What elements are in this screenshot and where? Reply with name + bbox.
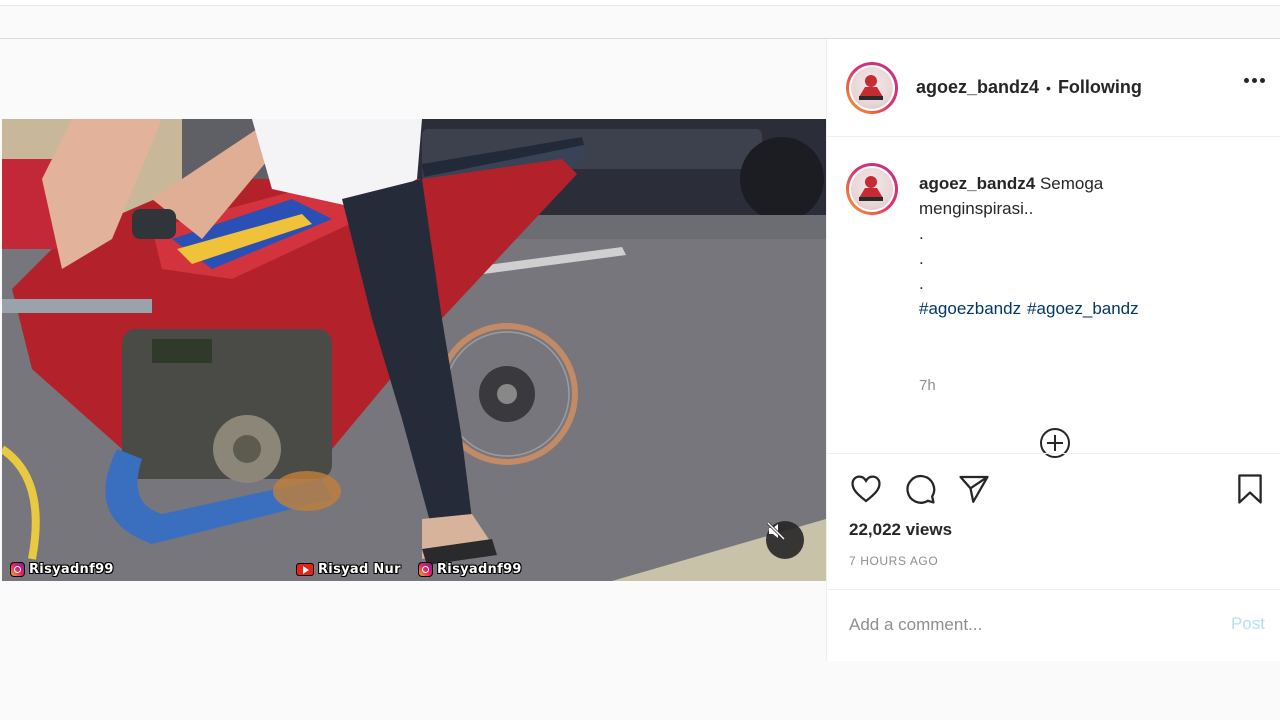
watermark-youtube: Risyad Nur	[296, 562, 401, 577]
instagram-icon	[418, 562, 433, 577]
post-sidebar: agoez_bandz4 • Following agoez_bandz4 Se…	[826, 39, 1280, 661]
post-header: agoez_bandz4 • Following	[827, 39, 1280, 137]
post-dialog: Risyadnf99 Risyad Nur Risyadnf99 agoez_b…	[0, 38, 1280, 661]
hashtag-link[interactable]: #agoez_bandz	[1027, 299, 1139, 318]
video-frame	[2, 119, 826, 581]
watermark-instagram-2: Risyadnf99	[418, 562, 522, 577]
caption-avatar[interactable]	[846, 163, 898, 215]
caption-username[interactable]: agoez_bandz4	[919, 174, 1035, 193]
caption-line-1: Semoga	[1039, 174, 1104, 193]
youtube-icon	[296, 563, 314, 576]
post-comment-button[interactable]: Post	[1231, 614, 1265, 634]
caption-dot: .	[919, 274, 924, 293]
comment-form: Post	[827, 589, 1280, 661]
media-area: Risyadnf99 Risyad Nur Risyadnf99	[0, 39, 826, 661]
caption-dot: .	[919, 224, 924, 243]
more-options-icon[interactable]	[1244, 78, 1265, 83]
header-username[interactable]: agoez_bandz4	[916, 77, 1039, 98]
comment-icon[interactable]	[903, 472, 937, 506]
caption-line-2: menginspirasi..	[919, 199, 1034, 218]
following-button[interactable]: Following	[1058, 77, 1142, 98]
caption-dot: .	[919, 249, 924, 268]
watermark-text: Risyadnf99	[437, 562, 522, 577]
top-strip	[0, 0, 1280, 6]
heart-icon[interactable]	[849, 472, 883, 506]
speaker-muted-icon	[766, 521, 786, 541]
avatar-image	[859, 176, 883, 201]
avatar[interactable]	[846, 61, 898, 114]
comment-input[interactable]	[849, 612, 1209, 638]
watermark-text: Risyad Nur	[318, 562, 401, 577]
watermark-instagram-1: Risyadnf99	[10, 562, 114, 577]
caption-section: agoez_bandz4 Semoga menginspirasi.. . . …	[827, 137, 1280, 458]
mute-button[interactable]	[766, 521, 804, 559]
post-video[interactable]: Risyadnf99 Risyad Nur Risyadnf99	[2, 119, 826, 581]
instagram-icon	[10, 562, 25, 577]
post-timestamp[interactable]: 7 HOURS AGO	[849, 554, 938, 568]
hashtag-link[interactable]: #agoezbandz	[919, 299, 1021, 318]
caption-time[interactable]: 7h	[919, 377, 936, 394]
avatar-image	[859, 74, 883, 100]
bookmark-icon[interactable]	[1233, 472, 1267, 506]
watermark-text: Risyadnf99	[29, 562, 114, 577]
separator-dot: •	[1046, 79, 1051, 96]
paper-plane-icon[interactable]	[957, 472, 991, 506]
post-actions: 22,022 views 7 HOURS AGO	[827, 453, 1280, 589]
views-count[interactable]: 22,022 views	[849, 520, 952, 540]
hashtags: #agoezbandz #agoez_bandz	[919, 296, 1259, 321]
caption-text: agoez_bandz4 Semoga menginspirasi.. . . …	[919, 171, 1259, 321]
